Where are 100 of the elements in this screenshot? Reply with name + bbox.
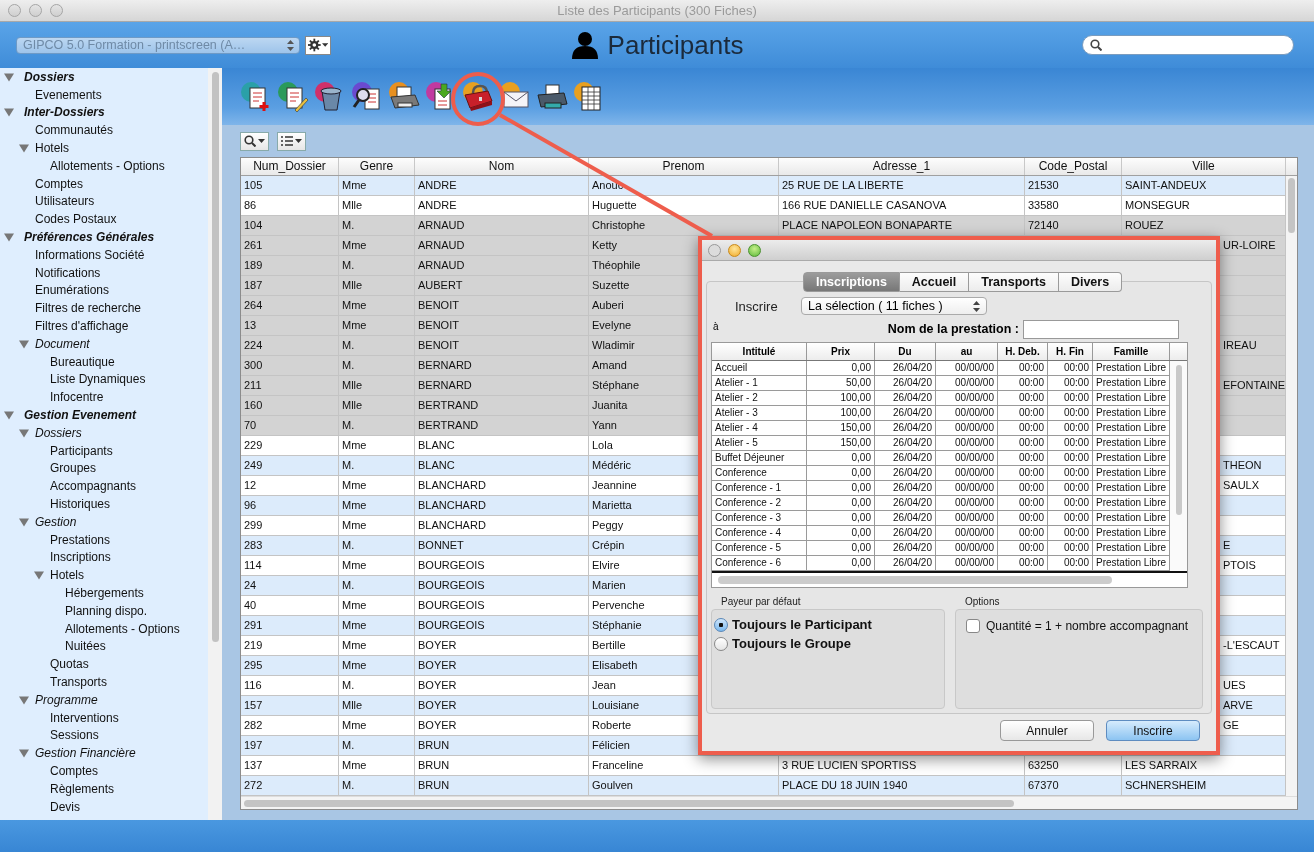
table-cell: 63250 — [1028, 759, 1059, 771]
table-cell: 224 — [244, 339, 263, 351]
table-cell: 67370 — [1028, 779, 1059, 791]
table-cell: Mme — [342, 519, 367, 531]
table-cell: 160 — [244, 399, 263, 411]
table-cell: Stéphane — [592, 379, 640, 391]
table-cell: Auberi — [592, 299, 624, 311]
table-cell: Prestation Libre — [1096, 407, 1167, 418]
table-cell: BOURGEOIS — [418, 579, 485, 591]
table-cell: 00:00 — [1018, 452, 1044, 463]
table-cell: Mme — [342, 659, 367, 671]
table-cell: 00:00 — [1018, 407, 1044, 418]
table-cell: 00/00/00 — [955, 527, 994, 538]
table-cell: M. — [342, 579, 355, 591]
table-cell: Prestation Libre — [1096, 527, 1167, 538]
table-cell: 0,00 — [851, 452, 871, 463]
table-cell: 33580 — [1028, 199, 1059, 211]
table-cell: 12 — [244, 479, 257, 491]
table-cell: Atelier - 3 — [715, 407, 758, 418]
table-cell: Prestation Libre — [1096, 377, 1167, 388]
table-cell: Louisiane — [592, 699, 640, 711]
table-cell: AUBERT — [418, 279, 463, 291]
table-cell: Mme — [342, 719, 367, 731]
table-cell: 00:00 — [1063, 467, 1089, 478]
table-cell: 00:00 — [1063, 407, 1089, 418]
table-cell: 00/00/00 — [955, 422, 994, 433]
table-cell: Atelier - 4 — [715, 422, 758, 433]
table-cell: 0,00 — [851, 497, 871, 508]
table-cell: Pervenche — [592, 599, 645, 611]
table-cell: Théophile — [592, 259, 641, 271]
table-cell: Mme — [342, 559, 367, 571]
table-cell: 70 — [244, 419, 257, 431]
table-cell: 00:00 — [1063, 362, 1089, 373]
table-cell: SCHNERSHEIM — [1125, 779, 1207, 791]
table-cell: 219 — [244, 639, 263, 651]
table-cell: 00/00/00 — [955, 557, 994, 568]
table-cell: PTOIS — [1223, 559, 1256, 571]
table-cell: BENOIT — [418, 319, 459, 331]
table-cell: Juanita — [592, 399, 628, 411]
table-cell: Conference - 1 — [715, 482, 782, 493]
table-cell: 00:00 — [1018, 512, 1044, 523]
table-cell: Mme — [342, 319, 367, 331]
table-cell: 150,00 — [840, 422, 871, 433]
table-cell: 229 — [244, 439, 263, 451]
table-cell: UES — [1223, 679, 1246, 691]
table-cell: 0,00 — [851, 527, 871, 538]
table-cell: 00/00/00 — [955, 467, 994, 478]
table-cell: 00:00 — [1063, 437, 1089, 448]
table-cell: ROUEZ — [1125, 219, 1164, 231]
table-cell: Mme — [342, 479, 367, 491]
table-cell: LES SARRAIX — [1125, 759, 1198, 771]
table-cell: Mlle — [342, 699, 363, 711]
table-cell: 272 — [244, 779, 263, 791]
table-cell: BOYER — [418, 639, 457, 651]
table-cell: Atelier - 2 — [715, 392, 758, 403]
table-cell: 137 — [244, 759, 263, 771]
table-cell: 26/04/20 — [893, 542, 932, 553]
table-cell: Jeannine — [592, 479, 637, 491]
table-cell: 26/04/20 — [893, 362, 932, 373]
table-cell: Peggy — [592, 519, 624, 531]
table-cell: Ketty — [592, 239, 618, 251]
table-cell: Mlle — [342, 199, 363, 211]
table-cell: 00:00 — [1018, 482, 1044, 493]
table-cell: M. — [342, 459, 355, 471]
table-cell: 26/04/20 — [893, 497, 932, 508]
table-cell: E — [1223, 539, 1231, 551]
table-cell: Prestation Libre — [1096, 497, 1167, 508]
table-cell: 21530 — [1028, 179, 1059, 191]
table-cell: Lola — [592, 439, 613, 451]
table-cell: ARNAUD — [418, 219, 465, 231]
table-cell: BLANCHARD — [418, 519, 486, 531]
table-cell: Conference - 6 — [715, 557, 782, 568]
table-cell: 157 — [244, 699, 263, 711]
table-cell: 00/00/00 — [955, 437, 994, 448]
table-cell: 72140 — [1028, 219, 1059, 231]
table-cell: 50,00 — [845, 377, 871, 388]
table-cell: Prestation Libre — [1096, 422, 1167, 433]
table-cell: Conference - 2 — [715, 497, 782, 508]
table-cell: Conference - 3 — [715, 512, 782, 523]
field-label: Nom de la prestation : — [886, 322, 1020, 336]
table-cell: M. — [342, 359, 355, 371]
table-cell: Prestation Libre — [1096, 512, 1167, 523]
table-cell: Prestation Libre — [1096, 557, 1167, 568]
table-cell: BOURGEOIS — [418, 619, 485, 631]
table-cell: ARNAUD — [418, 239, 465, 251]
table-cell: Jean — [592, 679, 616, 691]
table-cell: Accueil — [715, 362, 748, 373]
table-cell: Prestation Libre — [1096, 467, 1167, 478]
table-cell: MONSEGUR — [1125, 199, 1190, 211]
table-cell: SAULX — [1223, 479, 1260, 491]
table-cell: SAINT-ANDEUX — [1125, 179, 1207, 191]
group-title: Payeur par défaut — [720, 596, 802, 609]
table-cell: 00:00 — [1018, 422, 1044, 433]
table-cell: 295 — [244, 659, 263, 671]
table-cell: 300 — [244, 359, 263, 371]
table-cell: PLACE NAPOLEON BONAPARTE — [782, 219, 953, 231]
table-cell: BERNARD — [418, 379, 472, 391]
table-cell: 166 RUE DANIELLE CASANOVA — [782, 199, 947, 211]
table-cell: 00:00 — [1018, 362, 1044, 373]
table-cell: M. — [342, 539, 355, 551]
